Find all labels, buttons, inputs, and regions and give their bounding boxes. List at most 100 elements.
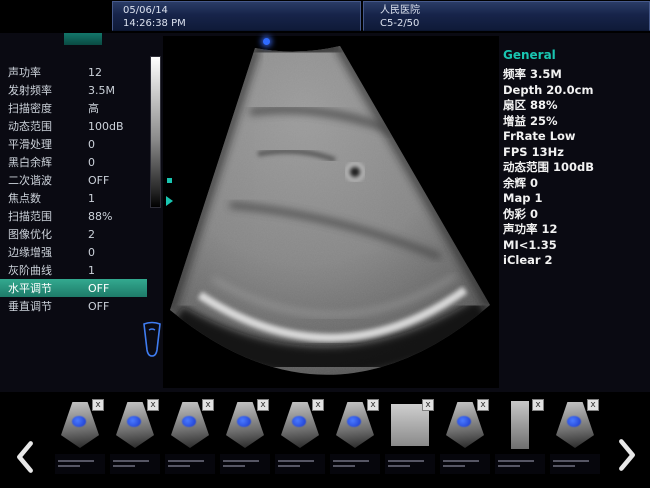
param-label: 边缘增强 [0,244,88,260]
param-value: 0 [88,156,144,169]
param-value: 0 [88,138,144,151]
param-value: 1 [88,192,144,205]
thumbnail-caption [58,460,94,470]
param-row[interactable]: 边缘增强 0 [0,243,147,261]
param-label: 动态范围 [0,118,88,134]
info-item: 增益 25% [503,114,648,130]
thumbnail-caption [553,460,589,470]
thumb-colorflow-shape [237,416,251,427]
param-value: 12 [88,66,144,79]
param-value: OFF [88,300,144,313]
thumbnail[interactable]: x [110,398,160,474]
thumbnail-close-icon[interactable]: x [367,399,379,411]
thumbnail-close-icon[interactable]: x [92,399,104,411]
param-label: 水平调节 [0,280,88,296]
thumbnail-caption [168,460,204,470]
thumbnail-caption [223,460,259,470]
thumb-colorflow-shape [127,416,141,427]
param-value: 88% [88,210,144,223]
param-value: 3.5M [88,84,144,97]
info-item: Depth 20.0cm [503,83,648,99]
thumbnail[interactable]: x [385,398,435,474]
param-value: 100dB [88,120,144,133]
body-marker-icon [139,320,165,360]
focus-marker-icon [166,196,173,206]
param-value: OFF [88,174,144,187]
parameter-panel: 声功率 12 发射频率 3.5M 扫描密度 高 动态范围 100dB 平滑处理 … [0,63,147,315]
probe-model: C5-2/50 [380,17,639,30]
thumbnail-caption [498,460,534,470]
info-item: MI<1.35 [503,238,648,254]
param-row[interactable]: 发射频率 3.5M [0,81,147,99]
thumbnail-close-icon[interactable]: x [257,399,269,411]
info-list: 频率 3.5M Depth 20.0cm 扇区 88% 增益 25% FrRat… [503,67,648,269]
param-row[interactable]: 图像优化 2 [0,225,147,243]
param-row[interactable]: 黑白余辉 0 [0,153,147,171]
titlebar: 05/06/14 14:26:38 PM 人民医院 C5-2/50 [0,0,650,33]
param-label: 灰阶曲线 [0,262,88,278]
datetime-panel: 05/06/14 14:26:38 PM [112,1,361,31]
param-label: 平滑处理 [0,136,88,152]
ultrasound-image [163,36,499,388]
info-panel: General 频率 3.5M Depth 20.0cm 扇区 88% 增益 2… [503,48,648,269]
param-label: 焦点数 [0,190,88,206]
thumbnail-close-icon[interactable]: x [532,399,544,411]
param-row[interactable]: 声功率 12 [0,63,147,81]
hospital-panel: 人民医院 C5-2/50 [363,1,650,31]
param-row[interactable]: 水平调节 OFF [0,279,147,297]
info-item: 动态范围 100dB [503,160,648,176]
thumbnail[interactable]: x [165,398,215,474]
info-item: FPS 13Hz [503,145,648,161]
info-item: 频率 3.5M [503,67,648,83]
info-item: FrRate Low [503,129,648,145]
param-value: 2 [88,228,144,241]
param-value: 高 [88,100,144,116]
thumbnail-close-icon[interactable]: x [312,399,324,411]
thumbnail-close-icon[interactable]: x [422,399,434,411]
thumbnail[interactable]: x [440,398,490,474]
thumbnail-caption [388,460,424,470]
info-item: 伪彩 0 [503,207,648,223]
param-row[interactable]: 动态范围 100dB [0,117,147,135]
prev-thumbnails-button[interactable] [12,440,38,474]
chevron-right-icon [614,438,640,472]
next-thumbnails-button[interactable] [614,438,640,472]
thumbnail-close-icon[interactable]: x [587,399,599,411]
thumbnail[interactable]: x [55,398,105,474]
thumbnail[interactable]: x [275,398,325,474]
param-label: 扫描密度 [0,100,88,116]
thumbnail[interactable]: x [330,398,380,474]
tgc-marker [167,178,172,183]
grayscale-bar [150,56,161,208]
param-value: 1 [88,264,144,277]
probe-orientation-marker [263,38,270,45]
thumbnail-caption [333,460,369,470]
thumbnail-close-icon[interactable]: x [477,399,489,411]
thumb-tall-shape [511,401,529,449]
thumbnail[interactable]: x [220,398,270,474]
menu-accent [64,33,102,45]
thumbnail-close-icon[interactable]: x [147,399,159,411]
param-label: 垂直调节 [0,298,88,314]
thumb-colorflow-shape [567,416,581,427]
param-row[interactable]: 扫描范围 88% [0,207,147,225]
thumbnail-caption [113,460,149,470]
time-text: 14:26:38 PM [123,17,350,30]
param-row[interactable]: 扫描密度 高 [0,99,147,117]
param-row[interactable]: 平滑处理 0 [0,135,147,153]
thumbnail[interactable]: x [495,398,545,474]
thumbnail-caption [443,460,479,470]
param-row[interactable]: 焦点数 1 [0,189,147,207]
param-label: 扫描范围 [0,208,88,224]
param-row[interactable]: 垂直调节 OFF [0,297,147,315]
param-row[interactable]: 二次谐波 OFF [0,171,147,189]
ultrasound-display [163,36,499,388]
param-label: 二次谐波 [0,172,88,188]
thumb-colorflow-shape [182,416,196,427]
thumbnail[interactable]: x [550,398,600,474]
thumbnail-close-icon[interactable]: x [202,399,214,411]
thumb-colorflow-shape [292,416,306,427]
param-row[interactable]: 灰阶曲线 1 [0,261,147,279]
thumbnail-list: x x x x [55,398,600,474]
info-item: 余辉 0 [503,176,648,192]
